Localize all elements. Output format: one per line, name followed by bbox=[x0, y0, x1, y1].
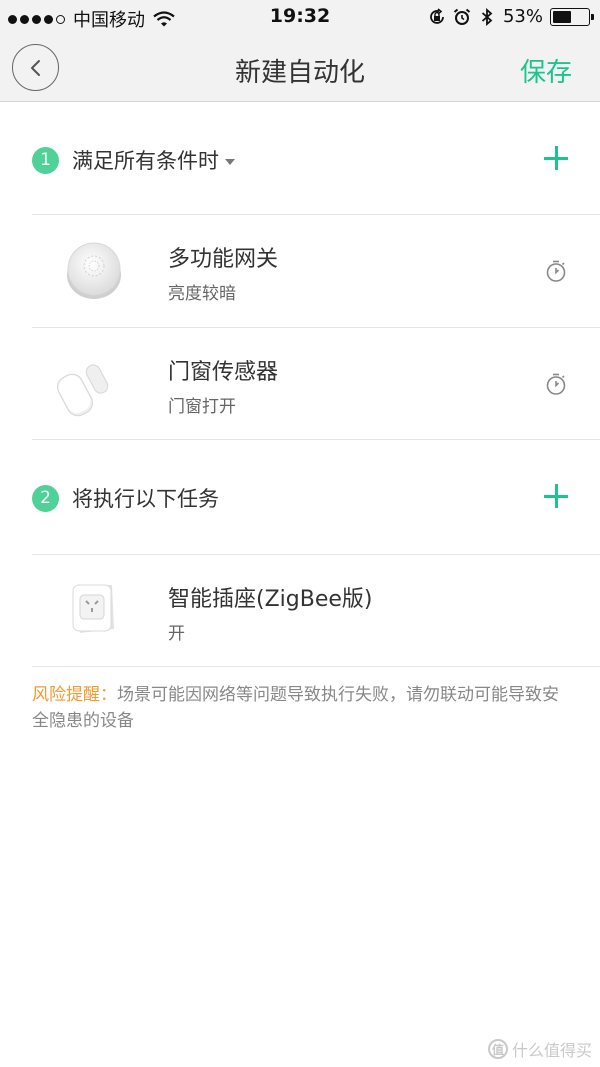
page-title: 新建自动化 bbox=[234, 58, 365, 88]
watermark: 值 什么值得买 bbox=[487, 1037, 592, 1061]
device-state: 门窗打开 bbox=[168, 397, 236, 417]
caret-down-icon[interactable] bbox=[225, 158, 235, 165]
device-state: 亮度较暗 bbox=[168, 284, 236, 304]
orientation-lock-icon bbox=[430, 7, 444, 24]
battery-fill bbox=[553, 10, 572, 23]
condition-row-gateway[interactable]: 多功能网关 亮度较暗 bbox=[32, 215, 600, 327]
divider bbox=[32, 666, 600, 667]
step-number-badge: 1 bbox=[32, 146, 59, 174]
watermark-text: 什么值得买 bbox=[511, 1041, 592, 1060]
alarm-icon bbox=[453, 8, 471, 25]
step-number-badge: 2 bbox=[32, 484, 59, 512]
timer-icon[interactable] bbox=[545, 372, 567, 396]
timer-icon[interactable] bbox=[545, 259, 567, 283]
conditions-title[interactable]: 满足所有条件时 bbox=[72, 145, 219, 175]
actions-title: 将执行以下任务 bbox=[72, 487, 219, 511]
conditions-section-header: 1 满足所有条件时 bbox=[32, 130, 600, 190]
device-state: 开 bbox=[168, 624, 185, 644]
risk-warning: 风险提醒：场景可能因网络等问题导致执行失败，请勿联动可能导致安全隐患的设备 bbox=[32, 682, 572, 734]
add-condition-button[interactable] bbox=[544, 146, 570, 172]
smart-plug-device-icon bbox=[72, 584, 114, 633]
status-bar-right: 53% bbox=[428, 6, 594, 27]
divider bbox=[32, 439, 600, 440]
bluetooth-icon bbox=[481, 7, 493, 26]
watermark-logo: 值 bbox=[487, 1039, 508, 1059]
add-action-button[interactable] bbox=[544, 484, 570, 510]
condition-row-door-sensor[interactable]: 门窗传感器 门窗打开 bbox=[32, 328, 600, 440]
door-sensor-device-icon bbox=[57, 364, 109, 417]
actions-section-header: 2 将执行以下任务 bbox=[32, 468, 600, 528]
status-bar: 中国移动 19:32 53% bbox=[0, 0, 600, 34]
battery-icon bbox=[550, 7, 594, 26]
action-row-smart-plug[interactable]: 智能插座(ZigBee版) 开 bbox=[32, 555, 600, 667]
device-name: 多功能网关 bbox=[168, 247, 279, 272]
risk-warning-label: 风险提醒： bbox=[32, 685, 117, 705]
device-name: 智能插座(ZigBee版) bbox=[168, 587, 373, 612]
save-button[interactable]: 保存 bbox=[520, 52, 572, 89]
nav-bar: 新建自动化 保存 bbox=[0, 34, 600, 102]
gateway-device-icon bbox=[67, 242, 121, 299]
battery-percent: 53% bbox=[502, 6, 543, 27]
device-name: 门窗传感器 bbox=[168, 360, 279, 385]
